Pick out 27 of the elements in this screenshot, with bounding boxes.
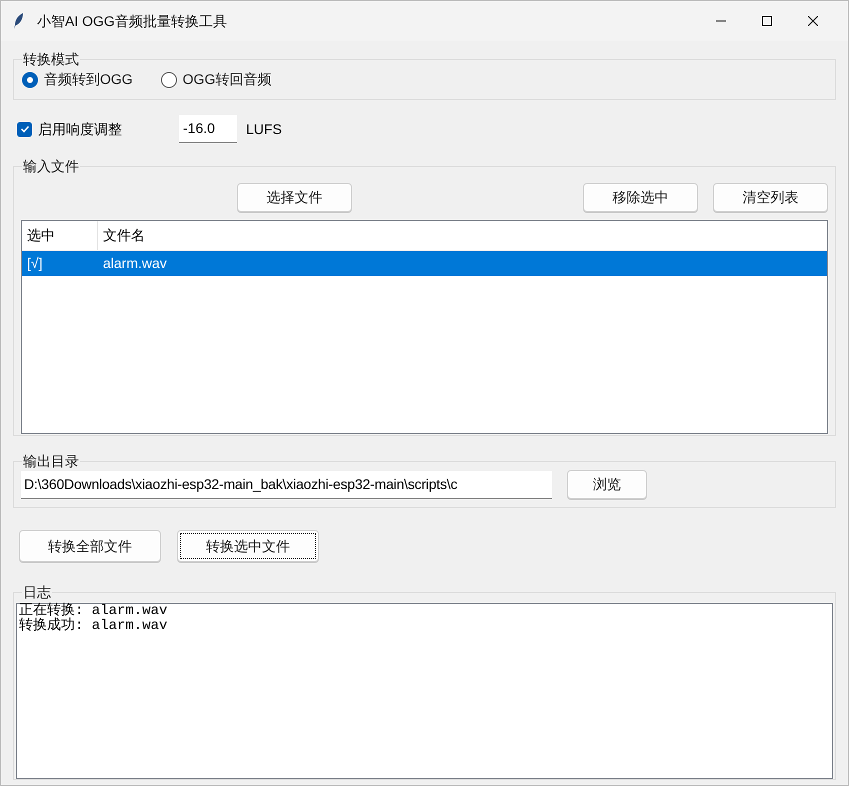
push-button[interactable]: 清空列表 <box>713 183 828 212</box>
table-cell-text: alarm.wav <box>102 254 168 273</box>
checkbox-option[interactable]: 启用响度调整 <box>17 118 179 140</box>
log-line: 转换成功: alarm.wav <box>19 619 168 634</box>
loudness-field[interactable]: -16.0 <box>179 115 237 143</box>
push-button[interactable]: 转换选中文件 <box>177 530 319 562</box>
group-label: 转换模式 <box>22 50 80 68</box>
group-label: 输入文件 <box>22 157 80 175</box>
close-icon <box>808 16 818 26</box>
file-row[interactable]: [√] alarm.wav <box>22 251 827 276</box>
unit-label: LUFS <box>246 120 282 138</box>
window-title: 小智AI OGG音频批量转换工具 <box>37 12 227 30</box>
feather-icon <box>13 12 25 30</box>
maximize-icon <box>762 16 772 26</box>
group-label: 日志 <box>22 583 52 601</box>
push-button[interactable]: 转换全部文件 <box>19 530 161 562</box>
push-button[interactable]: 选择文件 <box>237 183 352 212</box>
push-button[interactable]: 浏览 <box>567 470 647 499</box>
path-field[interactable]: D:\360Downloads\xiaozhi-esp32-main_bak\xiaozhi-esp32-main\scripts\c <box>21 470 552 498</box>
log-line: 正在转换: alarm.wav <box>19 604 168 619</box>
radio-option[interactable]: 音频转到OGG <box>22 69 133 90</box>
column-header[interactable]: 选中 <box>22 221 98 250</box>
radio-option[interactable]: OGG转回音频 <box>160 69 272 90</box>
column-header[interactable]: 文件名 <box>98 221 827 250</box>
push-button[interactable]: 移除选中 <box>583 183 698 212</box>
group-label: 输出目录 <box>22 452 80 470</box>
table-cell-text: [√] <box>26 254 44 273</box>
